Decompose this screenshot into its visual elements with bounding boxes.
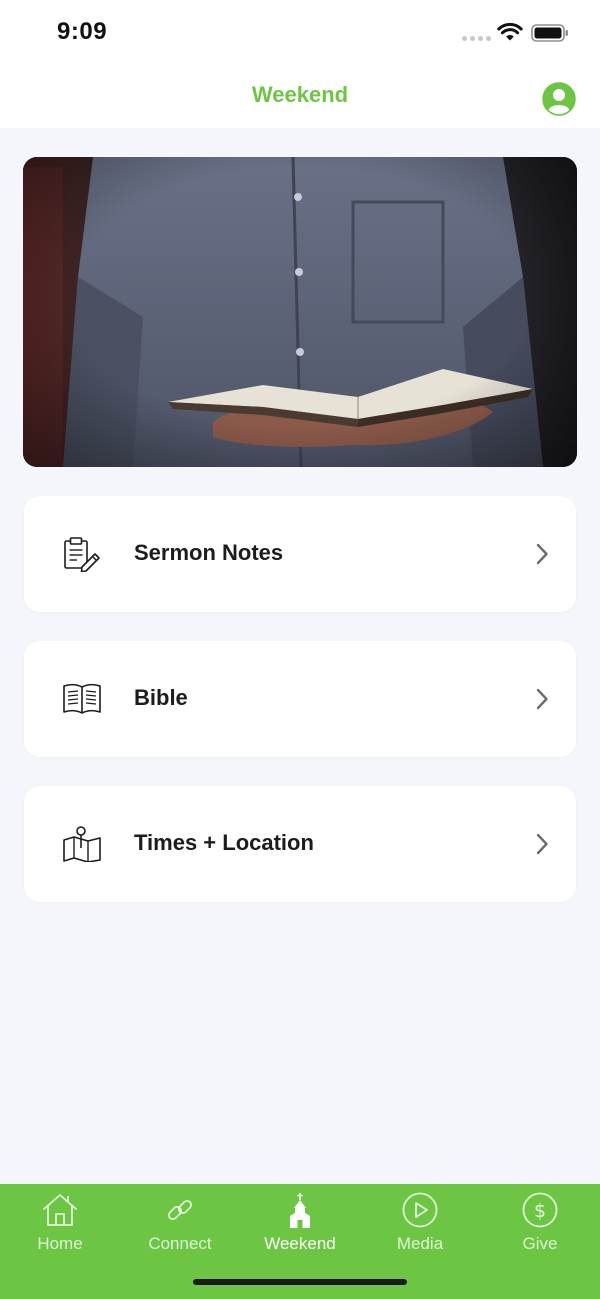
open-book-icon bbox=[63, 683, 101, 714]
wifi-icon bbox=[497, 22, 523, 41]
profile-icon[interactable] bbox=[542, 82, 576, 116]
times-location-card[interactable]: Times + Location bbox=[24, 786, 576, 902]
times-location-label: Times + Location bbox=[134, 830, 314, 855]
tab-home[interactable]: Home bbox=[0, 1184, 120, 1264]
sermon-notes-card[interactable]: Sermon Notes bbox=[24, 496, 576, 612]
tab-connect[interactable]: Connect bbox=[120, 1184, 240, 1264]
navigation-bar: Weekend bbox=[0, 66, 600, 128]
signal-dots-icon bbox=[462, 36, 491, 41]
map-pin-icon bbox=[63, 826, 101, 862]
status-bar: 9:09 bbox=[0, 0, 600, 66]
app-screen: 9:09 Weekend Sermon Notes Bible Times + … bbox=[0, 0, 600, 1299]
home-icon bbox=[43, 1194, 77, 1226]
church-icon bbox=[290, 1193, 310, 1228]
tab-give[interactable]: $ Give bbox=[480, 1184, 600, 1264]
tab-weekend-label: Weekend bbox=[264, 1234, 336, 1253]
svg-text:$: $ bbox=[534, 1200, 546, 1222]
tab-bar: Home Connect Weekend Media $ Give bbox=[0, 1184, 600, 1299]
tab-media[interactable]: Media bbox=[360, 1184, 480, 1264]
chevron-right-icon bbox=[536, 543, 548, 565]
home-indicator bbox=[193, 1279, 407, 1285]
link-icon bbox=[167, 1199, 193, 1221]
bible-card[interactable]: Bible bbox=[24, 641, 576, 757]
sermon-notes-label: Sermon Notes bbox=[134, 540, 284, 565]
bible-label: Bible bbox=[134, 685, 188, 710]
tab-connect-label: Connect bbox=[148, 1234, 212, 1253]
chevron-right-icon bbox=[536, 833, 548, 855]
battery-icon bbox=[531, 24, 568, 42]
status-time: 9:09 bbox=[57, 18, 108, 45]
tab-media-label: Media bbox=[396, 1234, 444, 1253]
dollar-circle-icon: $ bbox=[522, 1192, 558, 1228]
tab-give-label: Give bbox=[522, 1234, 558, 1253]
play-circle-icon bbox=[402, 1192, 438, 1228]
page-title: Weekend bbox=[251, 82, 349, 107]
tab-weekend[interactable]: Weekend bbox=[240, 1184, 360, 1264]
clipboard-edit-icon bbox=[64, 537, 100, 572]
tab-home-label: Home bbox=[37, 1234, 83, 1253]
man-holding-bible-illustration bbox=[23, 157, 577, 467]
hero-image bbox=[23, 157, 577, 467]
chevron-right-icon bbox=[536, 688, 548, 710]
